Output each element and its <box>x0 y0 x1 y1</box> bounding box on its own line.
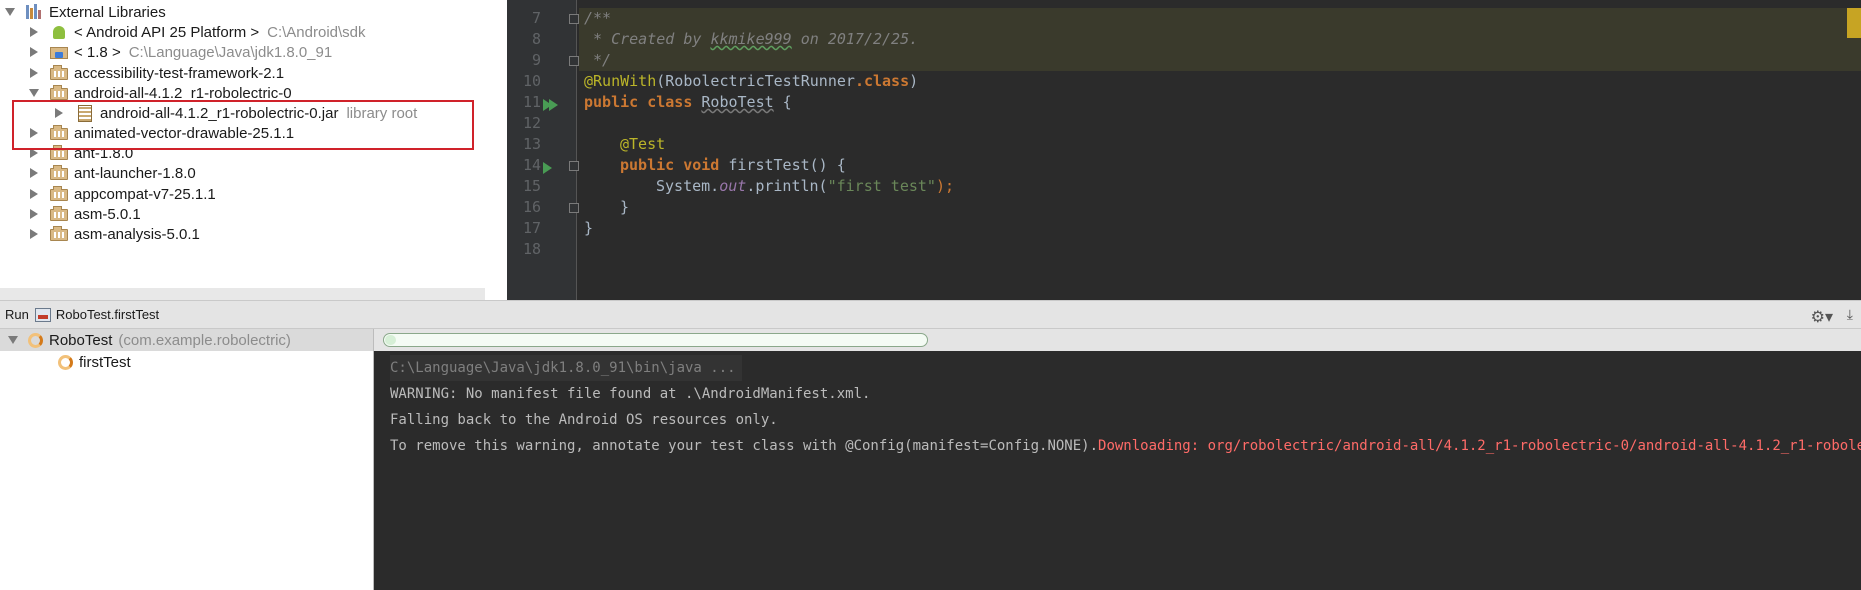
tree-item-label: External Libraries <box>49 3 166 21</box>
library-folder-icon <box>50 85 68 101</box>
tree-item-label: asm-5.0.1 <box>74 205 141 223</box>
code-line-14: public void firstTest() { <box>620 156 846 174</box>
chevron-right-icon[interactable] <box>30 209 38 219</box>
line-number: 8 <box>531 30 541 48</box>
chevron-down-icon[interactable] <box>29 89 39 97</box>
code-line-16: } <box>620 198 630 216</box>
tree-item-path: C:\Android\sdk <box>267 23 366 41</box>
code-line-11: public class RoboTest { <box>584 93 792 111</box>
project-tree-panel: External Libraries < Android API 25 Plat… <box>0 0 507 300</box>
line-number: 14 <box>522 156 541 174</box>
tree-item-label: < 1.8 > <box>74 43 121 61</box>
test-results-tree: RoboTest (com.example.robolectric) first… <box>0 329 374 590</box>
editor-gutter: 7 8 9 10 11 12 13 14 15 16 17 18 <box>507 0 579 300</box>
gear-icon[interactable]: ⚙▾ <box>1811 307 1833 327</box>
test-suite-package: (com.example.robolectric) <box>118 331 291 349</box>
scrollbar-marker[interactable] <box>1847 8 1861 38</box>
fold-icon[interactable] <box>569 14 579 24</box>
library-folder-icon <box>50 226 68 242</box>
test-suite-name: RoboTest <box>49 331 113 349</box>
horizontal-scrollbar[interactable] <box>0 288 485 300</box>
line-number: 16 <box>522 198 541 216</box>
run-console[interactable]: C:\Language\Java\jdk1.8.0_91\bin\java ..… <box>374 351 1861 590</box>
chevron-right-icon[interactable] <box>30 229 38 239</box>
fold-icon[interactable] <box>569 56 579 66</box>
run-panel-header: Run RoboTest.firstTest ⚙▾ ⤓ <box>0 300 1861 329</box>
line-number: 11 <box>522 93 541 111</box>
highlight-annotation-box <box>12 100 474 150</box>
run-tab-title[interactable]: RoboTest.firstTest <box>56 307 159 322</box>
line-number: 13 <box>522 135 541 153</box>
running-spinner-icon <box>58 354 73 370</box>
console-download-text: Downloading: org/robolectric/android-all… <box>1098 438 1861 454</box>
tree-item-label: accessibility-test-framework-2.1 <box>74 64 285 82</box>
chevron-right-icon[interactable] <box>30 189 38 199</box>
line-number: 15 <box>522 177 541 195</box>
chevron-right-icon[interactable] <box>30 27 38 37</box>
console-config-text: To remove this warning, annotate your te… <box>390 438 1099 454</box>
test-case-row[interactable]: firstTest <box>58 351 131 373</box>
jdk-folder-icon <box>50 44 68 60</box>
chevron-down-icon[interactable] <box>8 336 18 344</box>
code-line-8: * Created by kkmike999 on 2017/2/25. <box>584 30 919 48</box>
tree-item-label: ant-launcher-1.8.0 <box>74 164 196 182</box>
tree-item-label: asm-analysis-5.0.1 <box>74 225 200 243</box>
line-number: 7 <box>531 9 541 27</box>
test-progress-fill <box>385 335 396 345</box>
code-line-15: System.out.println("first test"); <box>656 177 955 195</box>
fold-icon[interactable] <box>569 161 579 171</box>
code-line-9: */ <box>584 51 612 69</box>
chevron-down-icon[interactable] <box>5 8 15 16</box>
test-case-name: firstTest <box>79 353 131 371</box>
library-folder-icon <box>50 206 68 222</box>
code-editor[interactable]: 7 8 9 10 11 12 13 14 15 16 17 18 /** * C… <box>507 0 1861 300</box>
tree-item-label: < Android API 25 Platform > <box>74 23 260 41</box>
highlighted-line <box>579 50 1861 71</box>
line-number: 12 <box>522 114 541 132</box>
console-command-line: C:\Language\Java\jdk1.8.0_91\bin\java ..… <box>390 355 742 381</box>
code-line-10: @RunWith(RobolectricTestRunner.class) <box>584 72 919 90</box>
chevron-right-icon[interactable] <box>30 168 38 178</box>
library-folder-icon <box>50 186 68 202</box>
tree-item-asm-analysis[interactable]: asm-analysis-5.0.1 <box>0 222 507 246</box>
test-progress-area <box>374 329 1861 351</box>
line-number: 17 <box>522 219 541 237</box>
tree-item-label: android-all-4.1.2_r1-robolectric-0 <box>74 84 292 102</box>
tree-item-label: appcompat-v7-25.1.1 <box>74 185 216 203</box>
run-test-icon[interactable] <box>543 162 552 174</box>
run-panel-label: Run <box>5 307 29 322</box>
test-suite-row[interactable]: RoboTest (com.example.robolectric) <box>0 329 373 351</box>
tree-item-path: C:\Language\Java\jdk1.8.0_91 <box>128 43 333 61</box>
code-line-7: /** <box>584 9 612 27</box>
console-warning-line: WARNING: No manifest file found at .\And… <box>390 386 871 402</box>
code-line-13: @Test <box>620 135 666 153</box>
line-number: 18 <box>522 240 541 258</box>
test-progress-bar <box>383 333 928 347</box>
console-config-line: To remove this warning, annotate your te… <box>390 433 1861 459</box>
android-icon <box>50 24 68 40</box>
console-fallback-line: Falling back to the Android OS resources… <box>390 412 778 428</box>
libraries-icon <box>25 4 43 20</box>
chevron-right-icon[interactable] <box>30 68 38 78</box>
library-folder-icon <box>50 65 68 81</box>
running-spinner-icon <box>28 332 43 348</box>
download-pin-icon[interactable]: ⤓ <box>1847 306 1853 323</box>
run-class-icon[interactable] <box>543 99 558 111</box>
chevron-right-icon[interactable] <box>30 47 38 57</box>
line-number: 10 <box>522 72 541 90</box>
fold-icon[interactable] <box>569 203 579 213</box>
run-config-icon <box>34 307 51 322</box>
highlighted-line <box>579 8 1861 29</box>
library-folder-icon <box>50 165 68 181</box>
code-line-17: } <box>584 219 594 237</box>
line-number: 9 <box>531 51 541 69</box>
